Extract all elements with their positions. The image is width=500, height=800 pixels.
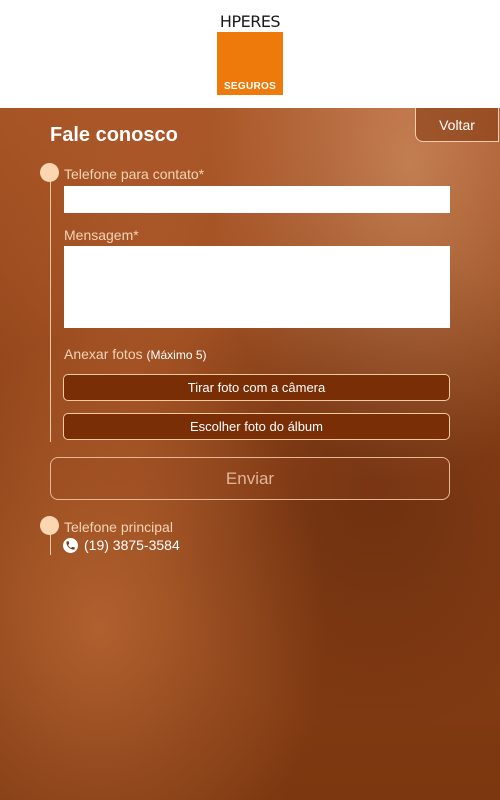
- attach-photos-hint: (Máximo 5): [146, 348, 207, 362]
- logo: SEGUROS: [217, 32, 283, 95]
- send-button[interactable]: Enviar: [50, 457, 450, 500]
- message-field-label: Mensagem*: [64, 227, 139, 243]
- phone-icon: [63, 537, 78, 553]
- logo-wordmark: HPERES: [219, 12, 281, 31]
- phone-field-label: Telefone para contato*: [64, 166, 205, 182]
- page-title: Fale conosco: [50, 124, 178, 146]
- form-timeline-dot: [40, 163, 59, 182]
- main-phone-number: (19) 3875-3584: [84, 537, 180, 553]
- choose-album-button[interactable]: Escolher foto do álbum: [63, 413, 450, 440]
- form-timeline-line: [50, 172, 51, 442]
- back-button[interactable]: Voltar: [415, 108, 499, 142]
- attach-photos-text: Anexar fotos: [64, 346, 143, 362]
- phone-input[interactable]: [64, 186, 450, 213]
- contact-timeline-dot: [40, 516, 59, 535]
- message-textarea[interactable]: [64, 246, 450, 328]
- take-photo-button[interactable]: Tirar foto com a câmera: [63, 374, 450, 401]
- main-phone-label: Telefone principal: [64, 519, 173, 535]
- app-header: HPERES SEGUROS: [0, 0, 500, 108]
- logo-subtitle: SEGUROS: [223, 81, 277, 92]
- attach-photos-label: Anexar fotos (Máximo 5): [64, 346, 207, 362]
- main-phone-row[interactable]: (19) 3875-3584: [63, 537, 180, 553]
